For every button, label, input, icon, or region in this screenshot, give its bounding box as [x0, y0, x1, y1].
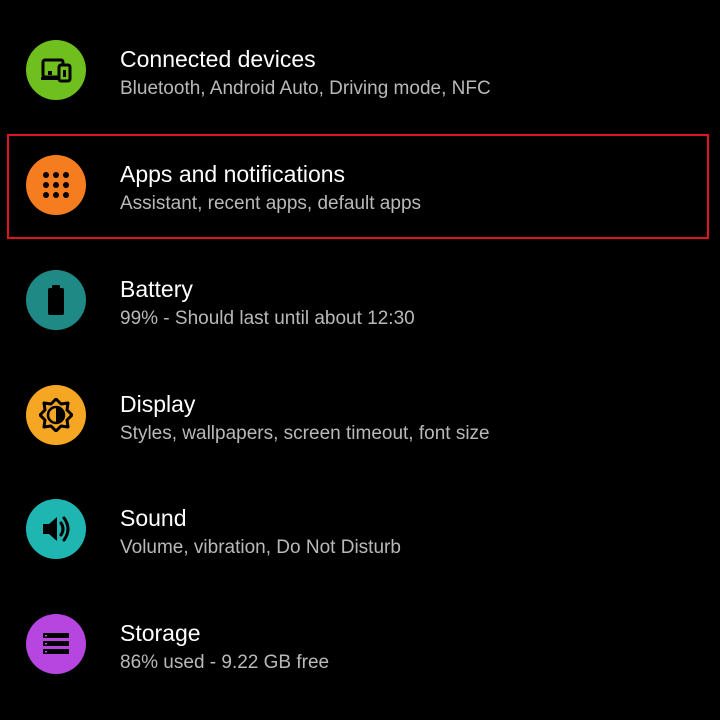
settings-item-title: Apps and notifications — [120, 161, 346, 187]
settings-item-display[interactable]: Display Styles, wallpapers, screen timeo… — [0, 359, 720, 473]
settings-item-apps-and-notifications[interactable]: Apps and notifications Assistant, recent… — [0, 129, 720, 243]
settings-item-title: Battery — [120, 276, 193, 302]
settings-item-title: Display — [120, 391, 196, 417]
sound-volume-icon — [26, 499, 86, 559]
settings-item-title: Storage — [120, 620, 201, 646]
settings-item-subtitle: Volume, vibration, Do Not Disturb — [120, 537, 401, 558]
settings-item-subtitle: Bluetooth, Android Auto, Driving mode, N… — [120, 78, 491, 99]
settings-item-subtitle: Assistant, recent apps, default apps — [120, 193, 422, 214]
storage-icon — [26, 614, 86, 674]
settings-item-subtitle: 86% used - 9.22 GB free — [120, 652, 330, 673]
settings-item-title: Connected devices — [120, 46, 316, 72]
settings-item-sound[interactable]: Sound Volume, vibration, Do Not Disturb — [0, 473, 720, 587]
settings-item-storage[interactable]: Storage 86% used - 9.22 GB free — [0, 588, 720, 702]
settings-item-connected-devices[interactable]: Connected devices Bluetooth, Android Aut… — [0, 14, 720, 128]
display-brightness-icon — [26, 385, 86, 445]
settings-item-battery[interactable]: Battery 99% - Should last until about 12… — [0, 244, 720, 358]
settings-list: Connected devices Bluetooth, Android Aut… — [0, 0, 720, 720]
settings-item-subtitle: Styles, wallpapers, screen timeout, font… — [120, 423, 490, 444]
apps-grid-icon — [26, 155, 86, 215]
battery-icon — [26, 270, 86, 330]
settings-item-subtitle: 99% - Should last until about 12:30 — [120, 308, 415, 329]
connected-devices-icon — [26, 40, 86, 100]
settings-item-title: Sound — [120, 505, 187, 531]
